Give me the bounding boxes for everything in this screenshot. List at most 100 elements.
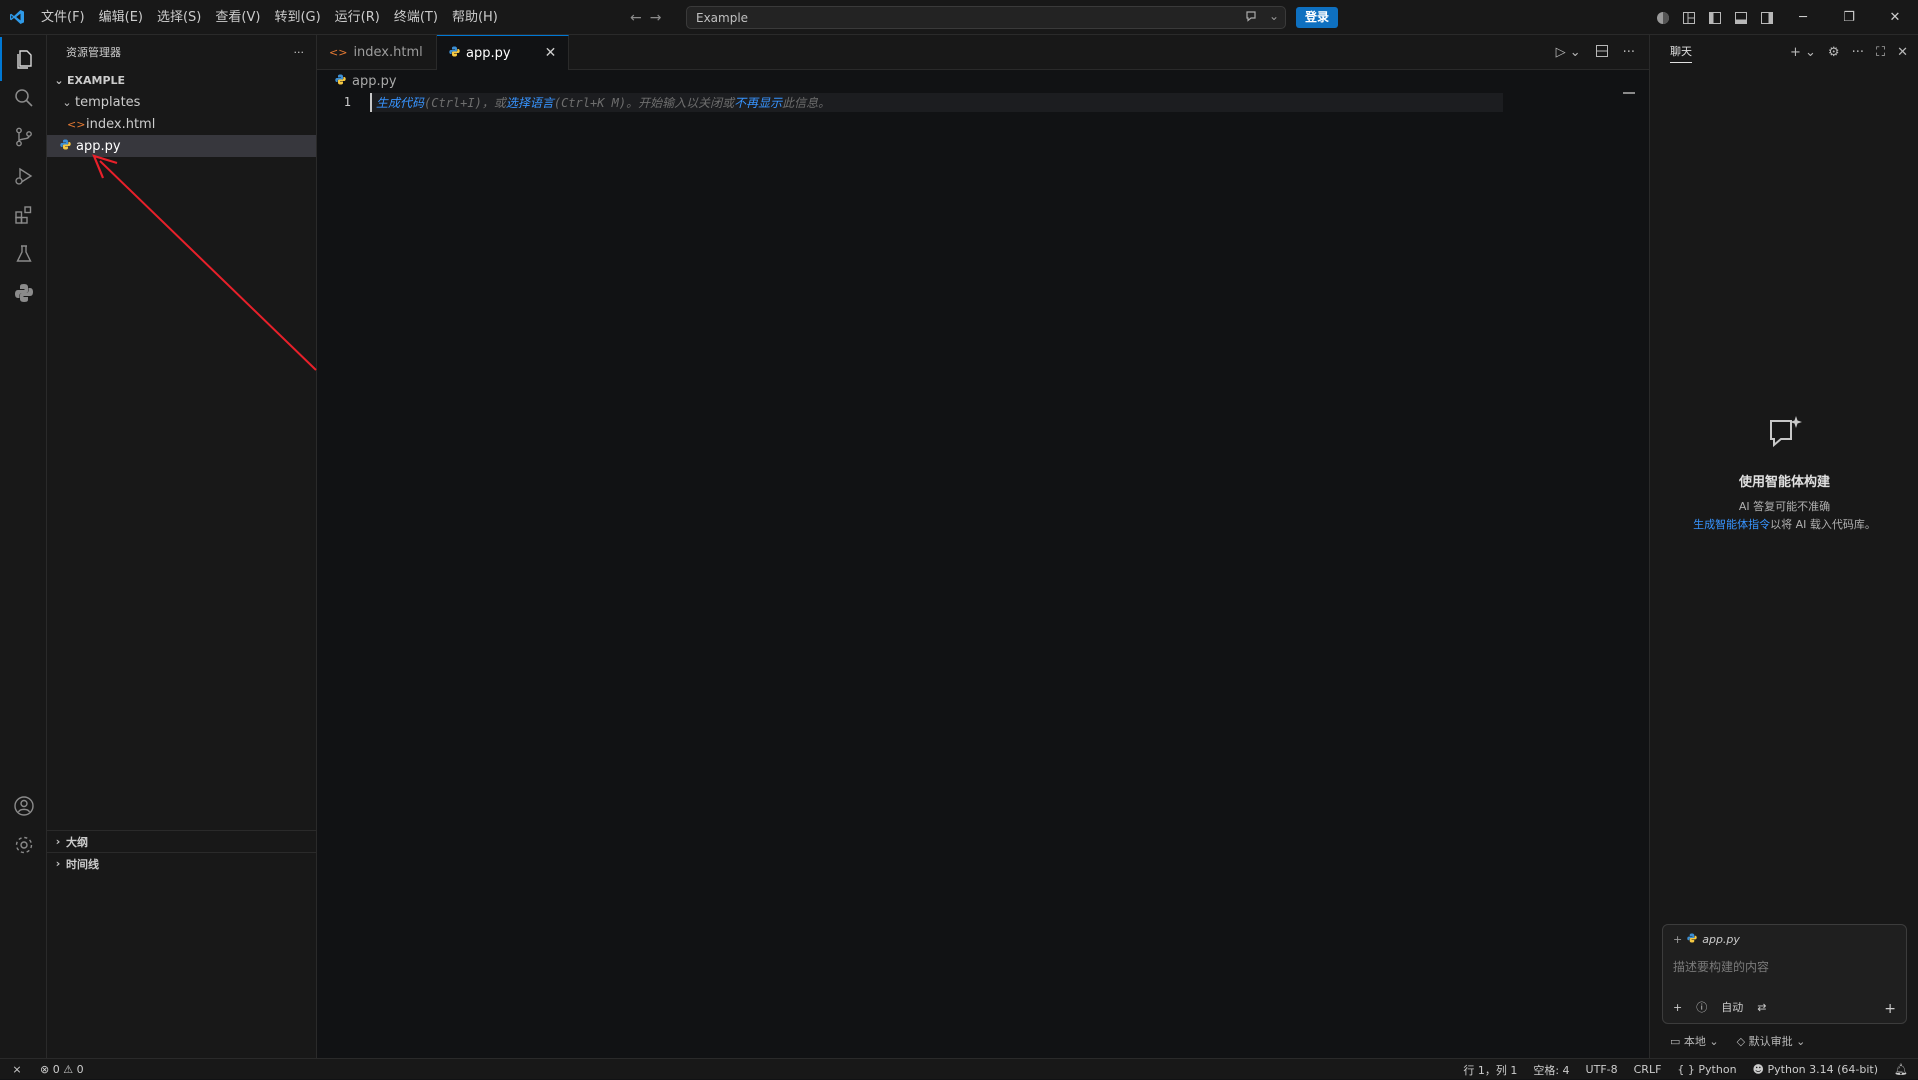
login-button[interactable]: 登录 <box>1296 7 1339 28</box>
remote-indicator-icon[interactable]: ⨯ <box>0 1063 34 1076</box>
menu-go[interactable]: 转到(G) <box>267 0 327 35</box>
tab-index-html-label: index.html <box>353 45 423 60</box>
menu-help[interactable]: 帮助(H) <box>445 0 505 35</box>
shield-icon: ◇ <box>1736 1035 1746 1048</box>
menu-view[interactable]: 查看(V) <box>208 0 267 35</box>
session-location-picker[interactable]: ▭ 本地 ⌄ <box>1670 1033 1719 1049</box>
folder-templates-label: templates <box>75 94 141 110</box>
command-center-search[interactable]: Example ⌄ <box>686 6 1286 29</box>
encoding[interactable]: UTF-8 <box>1586 1063 1618 1076</box>
source-control-icon[interactable] <box>0 115 47 159</box>
file-app-py[interactable]: app.py <box>47 135 316 157</box>
cursor-position[interactable]: 行 1，列 1 <box>1463 1062 1517 1078</box>
python-file-icon <box>449 46 460 61</box>
end-of-line[interactable]: CRLF <box>1634 1063 1662 1076</box>
menu-file[interactable]: 文件(F) <box>34 0 92 35</box>
minimize-icon[interactable]: ─ <box>1780 0 1826 35</box>
close-window-icon[interactable]: ✕ <box>1872 0 1918 35</box>
explorer-header: 资源管理器 ··· <box>47 35 316 69</box>
dont-show-again-link[interactable]: 不再显示 <box>734 94 782 111</box>
menu-selection[interactable]: 选择(S) <box>150 0 208 35</box>
chat-settings-icon[interactable]: ⚙ <box>1828 45 1840 60</box>
toggle-secondary-sidebar-icon[interactable] <box>1754 0 1780 35</box>
folder-templates[interactable]: ⌄ templates <box>47 91 316 113</box>
generate-agent-instructions-link[interactable]: 生成智能体指令 <box>1693 518 1770 531</box>
toggle-primary-sidebar-icon[interactable] <box>1702 0 1728 35</box>
restore-icon[interactable]: ❐ <box>1826 0 1872 35</box>
status-right: 行 1，列 1 空格: 4 UTF-8 CRLF { } Python ☻ Py… <box>1463 1059 1908 1080</box>
tools-icon[interactable]: ⓘ <box>1696 999 1707 1015</box>
explorer-icon[interactable] <box>0 37 47 81</box>
approval-picker[interactable]: ◇ 默认审批 ⌄ <box>1737 1033 1806 1049</box>
minimap-indicator <box>1623 92 1635 94</box>
testing-flask-icon[interactable] <box>0 232 47 276</box>
select-language-link[interactable]: 选择语言 <box>506 94 554 111</box>
indentation[interactable]: 空格: 4 <box>1533 1062 1569 1078</box>
notifications-bell-icon[interactable]: 🔔︎ <box>1894 1063 1908 1076</box>
agent-instructions-line: 生成智能体指令以将 AI 载入代码库。 <box>1650 516 1918 534</box>
back-arrow-icon[interactable]: ← <box>630 10 642 26</box>
chevron-down-icon: ⌄ <box>1796 1035 1806 1048</box>
outline-section[interactable]: › 大纲 <box>47 830 317 852</box>
chat-sparkle-icon[interactable] <box>1245 9 1259 26</box>
add-context-icon[interactable]: + <box>1673 933 1682 946</box>
chevron-down-icon[interactable]: ⌄ <box>1269 9 1279 26</box>
maximize-icon[interactable]: ⛶ <box>1876 45 1885 60</box>
error-icon: ⊗ <box>40 1062 50 1076</box>
add-icon[interactable]: + <box>1673 1001 1682 1014</box>
context-attachment[interactable]: + app.py <box>1673 933 1740 946</box>
chat-input-box[interactable]: + app.py 描述要构建的内容 + ⓘ 自动 ⇄ + <box>1662 924 1907 1024</box>
close-tab-icon[interactable]: ✕ <box>545 45 557 61</box>
chat-empty-state: 使用智能体构建 AI 答复可能不准确 生成智能体指令以将 AI 载入代码库。 <box>1650 415 1918 534</box>
file-index-html[interactable]: <> index.html <box>47 113 316 135</box>
new-chat-icon[interactable]: + ⌄ <box>1790 45 1816 60</box>
editor-actions: ▷ ⌄ ··· <box>1556 35 1635 70</box>
explorer-more-actions-icon[interactable]: ··· <box>294 46 305 59</box>
timeline-label: 时间线 <box>66 857 99 871</box>
breadcrumb-file[interactable]: app.py <box>352 74 397 89</box>
settings-gear-icon[interactable] <box>0 823 47 867</box>
empty-editor-hint[interactable]: 生成代码 (Ctrl+I)，或 选择语言 (Ctrl+K M)。开始输入以关闭或… <box>370 92 1503 112</box>
configure-tools-icon[interactable]: ⇄ <box>1757 1001 1766 1014</box>
workspace-root[interactable]: ⌄ EXAMPLE <box>47 69 316 91</box>
chevron-down-icon: ⌄ <box>54 73 64 87</box>
python-icon[interactable] <box>0 271 47 315</box>
interpreter-label: Python 3.14 (64-bit) <box>1767 1063 1879 1076</box>
search-icon[interactable] <box>0 76 47 120</box>
tab-app-py[interactable]: app.py ✕ <box>437 35 570 70</box>
editor-more-actions-icon[interactable]: ··· <box>1623 45 1635 60</box>
copilot-icon[interactable] <box>1650 0 1676 35</box>
problems-indicator[interactable]: ⊗ 0 ⚠ 0 <box>40 1063 84 1076</box>
menu-terminal[interactable]: 终端(T) <box>387 0 445 35</box>
python-file-icon <box>1687 933 1697 946</box>
chat-tab-title[interactable]: 聊天 <box>1670 43 1692 63</box>
chat-header-actions: + ⌄ ⚙ ··· ⛶ ✕ <box>1790 35 1908 70</box>
menu-edit[interactable]: 编辑(E) <box>92 0 150 35</box>
extensions-icon[interactable] <box>0 193 47 237</box>
titlebar-right-controls: ─ ❐ ✕ <box>1650 0 1918 35</box>
hint-text: 此信息。 <box>782 95 831 110</box>
search-input[interactable]: Example <box>696 11 748 25</box>
ai-disclaimer: AI 答复可能不准确 <box>1738 500 1831 513</box>
toggle-panel-icon[interactable] <box>1728 0 1754 35</box>
tab-index-html[interactable]: <> index.html <box>317 35 437 70</box>
code-line[interactable]: 1 生成代码 (Ctrl+I)，或 选择语言 (Ctrl+K M)。开始输入以关… <box>317 92 1649 112</box>
run-python-file-icon[interactable]: ▷ ⌄ <box>1556 45 1581 60</box>
python-interpreter[interactable]: ☻ Python 3.14 (64-bit) <box>1753 1063 1878 1076</box>
close-icon[interactable]: ✕ <box>1897 45 1908 60</box>
account-icon[interactable] <box>0 784 47 828</box>
outline-label: 大纲 <box>66 835 88 849</box>
chat-prompt-input[interactable]: 描述要构建的内容 <box>1673 958 1769 975</box>
breadcrumb: app.py <box>317 70 1649 92</box>
send-icon[interactable]: + <box>1884 1001 1896 1017</box>
split-editor-icon[interactable] <box>1595 44 1609 62</box>
menu-run[interactable]: 运行(R) <box>328 0 387 35</box>
language-mode[interactable]: { } Python <box>1677 1063 1736 1076</box>
generate-code-link[interactable]: 生成代码 <box>376 94 424 111</box>
chat-more-icon[interactable]: ··· <box>1852 45 1864 60</box>
customize-layout-icon[interactable] <box>1676 0 1702 35</box>
timeline-section[interactable]: › 时间线 <box>47 852 317 874</box>
run-debug-icon[interactable] <box>0 154 47 198</box>
forward-arrow-icon[interactable]: → <box>650 10 662 26</box>
mode-picker[interactable]: 自动 <box>1721 999 1743 1015</box>
